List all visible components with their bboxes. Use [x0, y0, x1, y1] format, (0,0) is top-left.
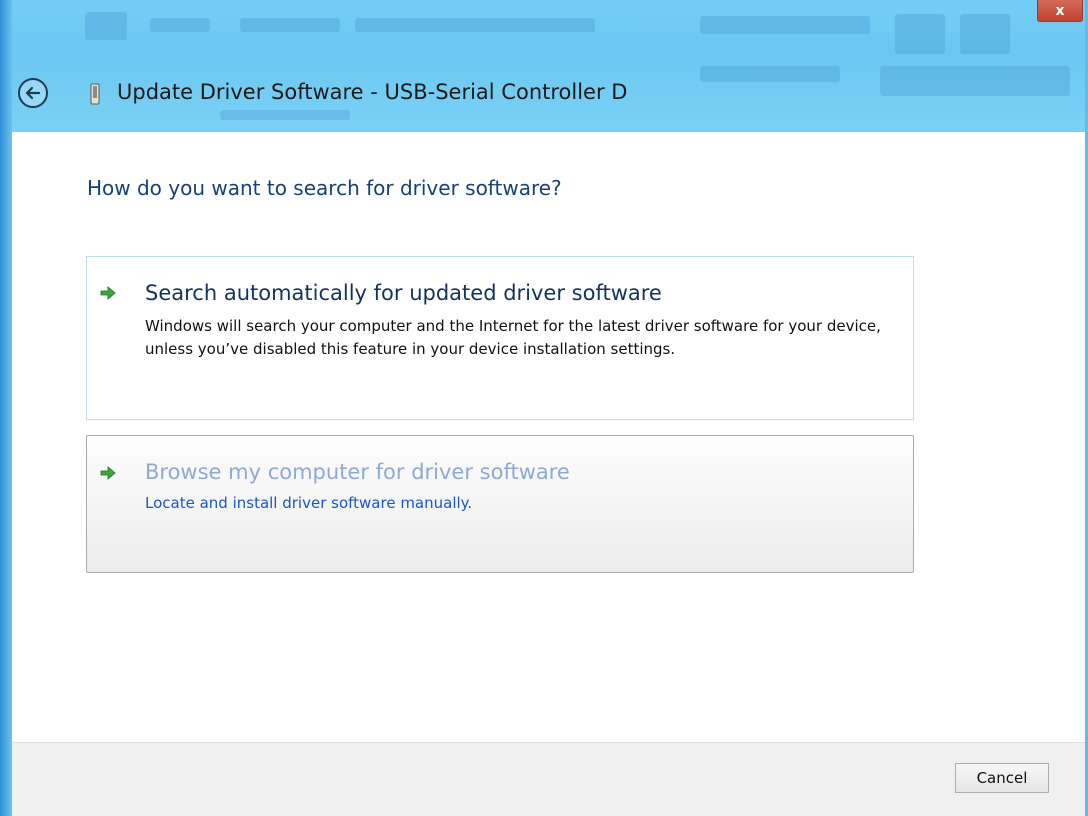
- cancel-button[interactable]: Cancel: [955, 763, 1049, 793]
- back-arrow-icon: [25, 86, 41, 100]
- option-heading: Search automatically for updated driver …: [145, 281, 662, 305]
- green-arrow-icon: [100, 466, 116, 480]
- title-bar[interactable]: x Update Driver Software - USB-Serial Co…: [0, 0, 1088, 132]
- option-description: Windows will search your computer and th…: [145, 317, 881, 358]
- search-automatically-option[interactable]: Search automatically for updated driver …: [86, 256, 914, 420]
- background-ghost: [85, 12, 127, 40]
- back-button[interactable]: [18, 78, 48, 108]
- close-button[interactable]: x: [1037, 0, 1083, 22]
- page-question: How do you want to search for driver sof…: [87, 176, 562, 200]
- background-ghost: [220, 110, 350, 120]
- close-icon: x: [1055, 2, 1065, 19]
- dialog-footer: Cancel: [12, 742, 1085, 816]
- background-ghost: [700, 16, 870, 34]
- update-driver-dialog: x Update Driver Software - USB-Serial Co…: [0, 0, 1088, 816]
- background-ghost: [150, 18, 210, 32]
- background-ghost: [700, 66, 840, 82]
- browse-computer-option[interactable]: Browse my computer for driver software L…: [86, 435, 914, 573]
- background-ghost: [355, 18, 595, 32]
- background-ghost: [880, 66, 1070, 96]
- dialog-content: How do you want to search for driver sof…: [12, 132, 1085, 742]
- dialog-title: Update Driver Software - USB-Serial Cont…: [117, 80, 628, 104]
- option-description: Locate and install driver software manua…: [145, 494, 473, 512]
- green-arrow-icon: [100, 285, 116, 301]
- usb-device-icon: [90, 83, 100, 105]
- background-ghost: [240, 18, 340, 32]
- background-ghost: [895, 14, 945, 54]
- window-frame-left: [0, 0, 12, 816]
- background-ghost: [960, 14, 1010, 54]
- option-heading: Browse my computer for driver software: [145, 460, 570, 484]
